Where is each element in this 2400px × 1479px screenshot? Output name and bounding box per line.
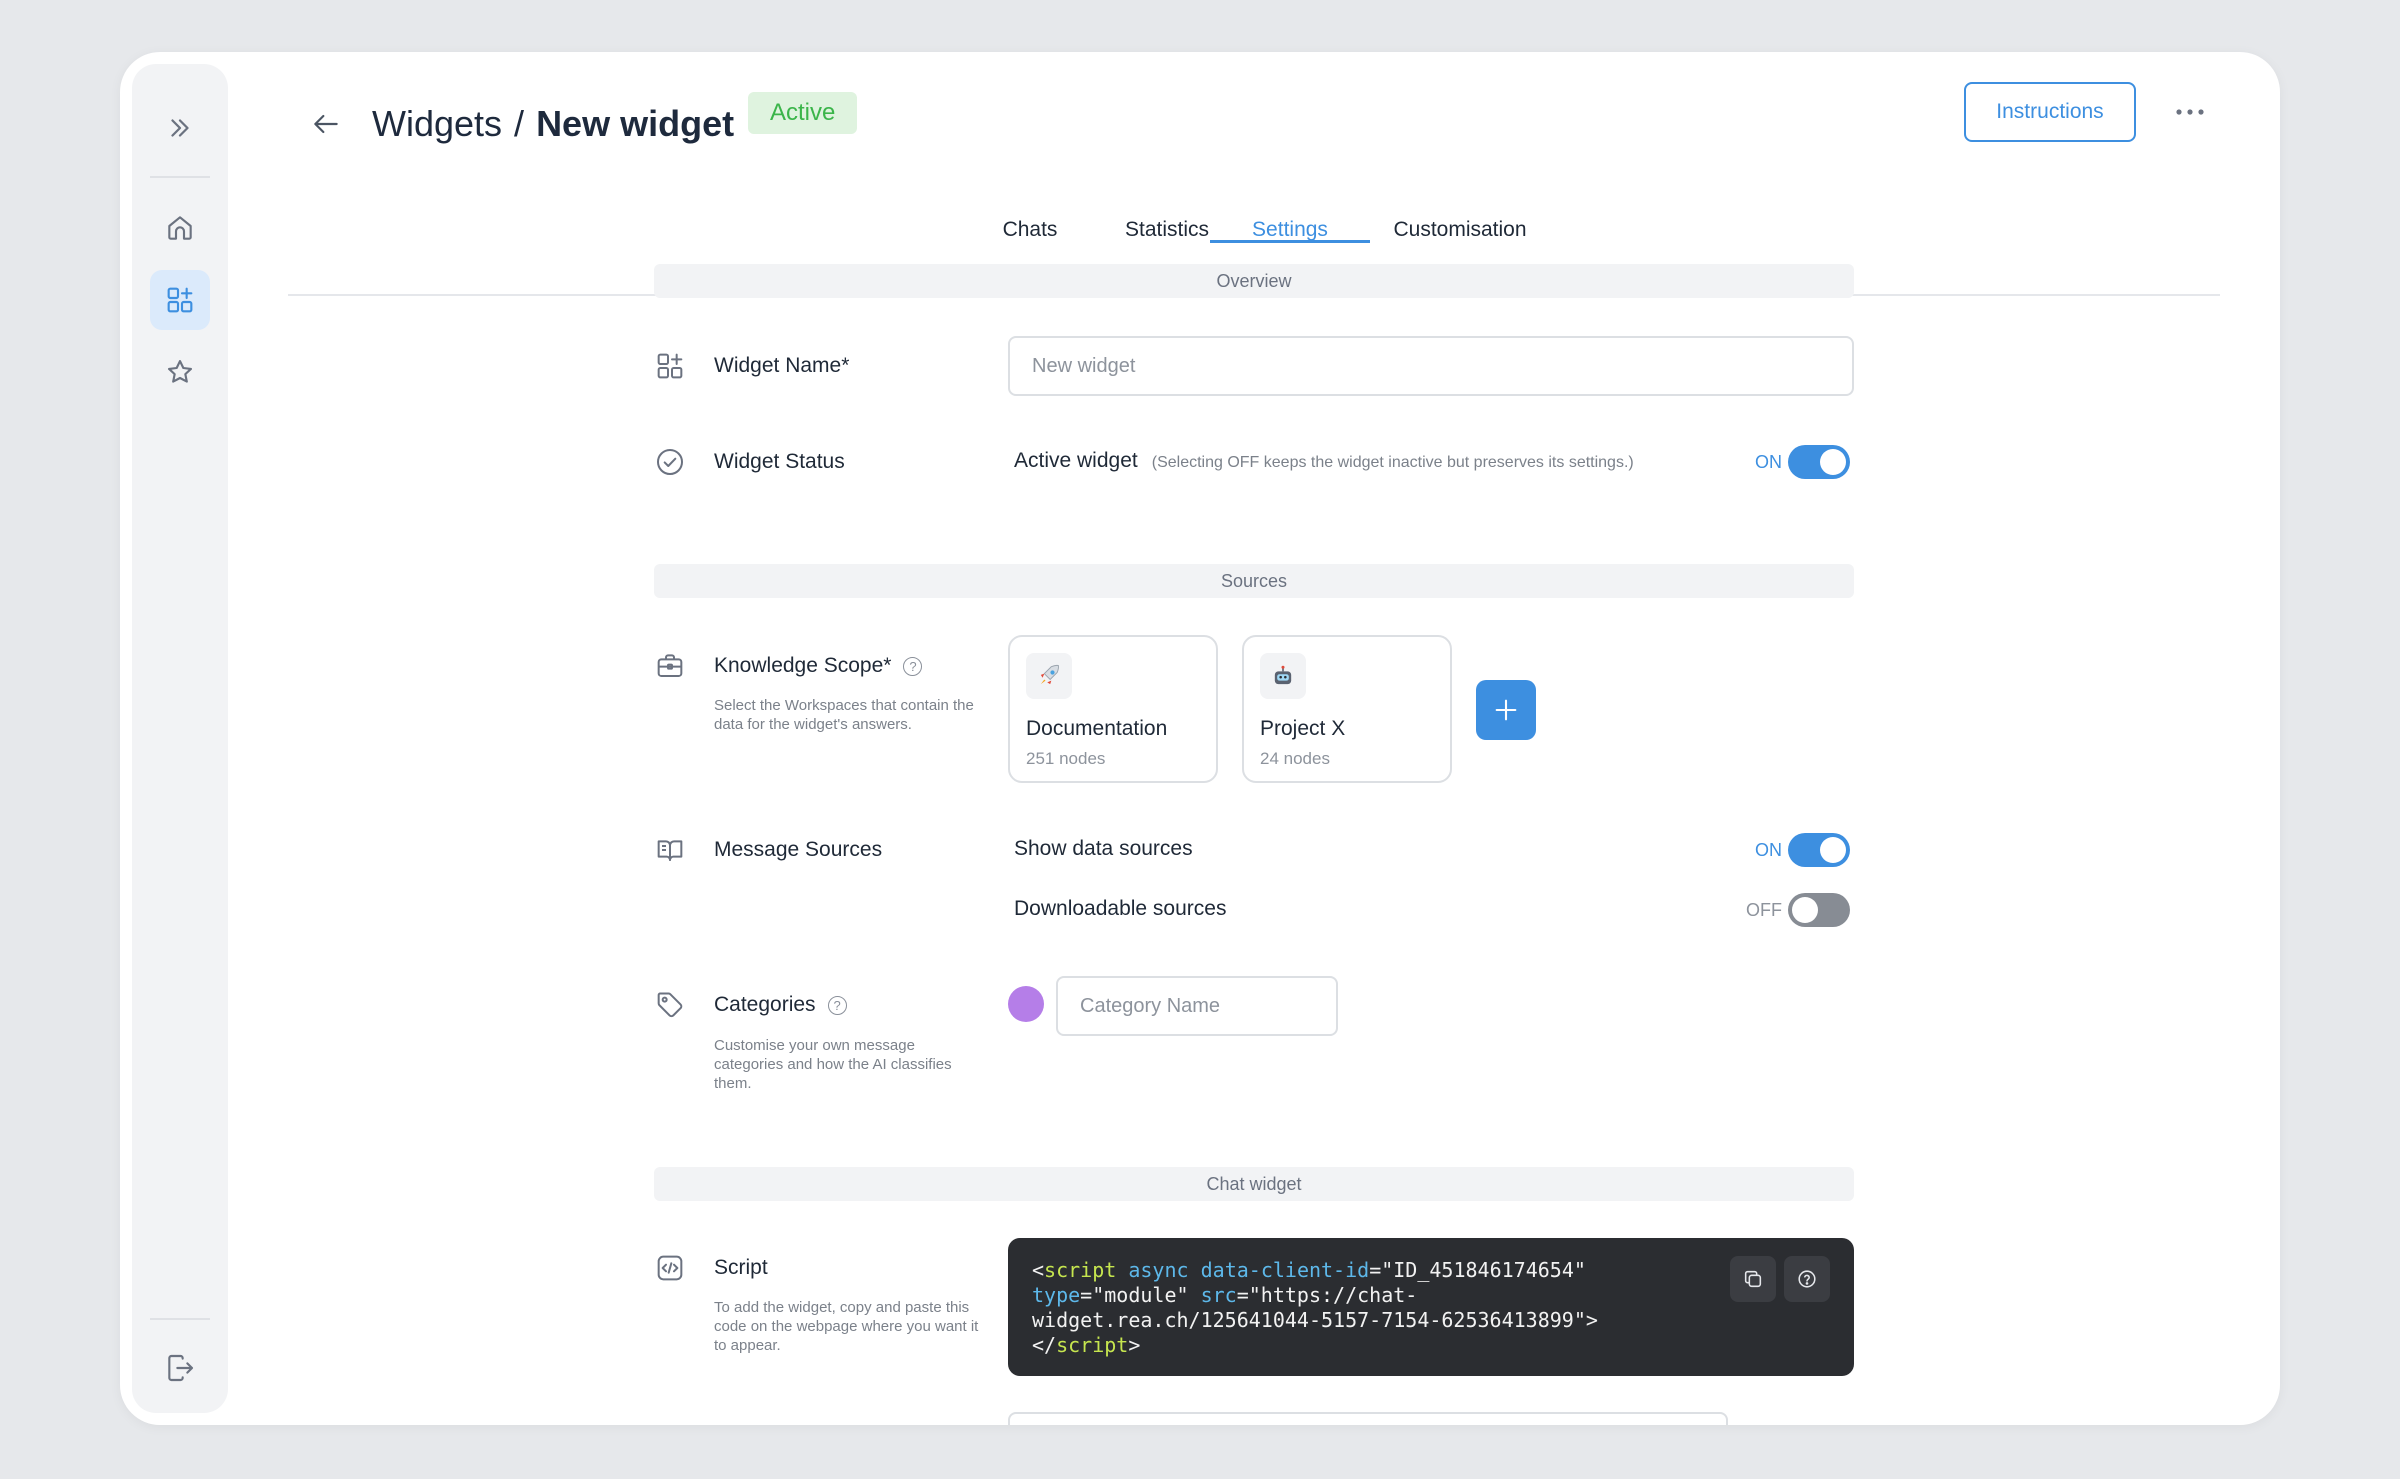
page-title: Widgets / New widget [372,92,734,156]
breadcrumb-parent[interactable]: Widgets [372,103,502,145]
more-horizontal-icon [2175,107,2205,117]
workspace-name: Project X [1260,717,1346,740]
logout-button[interactable] [150,1338,210,1398]
instructions-button[interactable]: Instructions [1964,82,2136,142]
status-badge: Active [748,92,858,134]
arrow-left-icon [310,108,342,140]
tab-settings[interactable]: Settings [1210,205,1370,255]
section-header-chat-widget: Chat widget [654,1167,1854,1201]
home-icon [164,212,196,244]
copy-code-button[interactable] [1730,1256,1776,1302]
downloadable-sources-label: Downloadable sources [1014,897,1227,920]
category-color-picker[interactable] [1008,986,1044,1022]
logout-icon [164,1352,196,1384]
open-book-icon [654,834,686,866]
star-icon [164,356,196,388]
tab-chats[interactable]: Chats [970,205,1090,255]
app-window: Widgets / New widget Active Instructions… [120,52,2280,1425]
knowledge-scope-label-text: Knowledge Scope* [714,654,892,677]
copy-icon [1742,1268,1764,1290]
active-widget-hint: (Selecting OFF keeps the widget inactive… [1151,454,1634,471]
sidebar-item-favorites[interactable] [150,342,210,402]
script-label: Script [714,1256,768,1279]
breadcrumb-current: New widget [536,103,735,144]
widget-name-icon [654,350,686,382]
help-icon [1796,1268,1818,1290]
category-name-input[interactable]: Category Name [1056,976,1338,1036]
workspace-node-count: 251 nodes [1026,749,1106,768]
section-header-overview: Overview [654,264,1854,298]
downloadable-sources-toggle-text: OFF [1746,900,1782,920]
show-data-sources-toggle[interactable] [1788,833,1850,867]
workspace-name: Documentation [1026,717,1168,740]
message-sources-label: Message Sources [714,838,883,861]
tag-icon [654,989,686,1021]
section-header-sources: Sources [654,564,1854,598]
knowledge-scope-description: Select the Workspaces that contain the d… [714,697,974,733]
widgets-grid-icon [164,284,196,316]
more-options-button[interactable] [2160,82,2220,142]
widget-status-toggle-text: ON [1755,452,1782,472]
help-icon[interactable]: ? [903,656,923,676]
script-code[interactable]: <script async data-client-id="ID_4518461… [1032,1258,1598,1358]
active-tab-indicator [1210,240,1370,243]
code-icon [654,1252,686,1284]
sidebar-divider [150,176,210,178]
workspace-node-count: 24 nodes [1260,749,1330,768]
breadcrumb-separator: / [514,103,525,144]
active-widget-field: Active widget (Selecting OFF keeps the wi… [1014,449,1634,473]
categories-label: Categories? [714,990,847,1020]
tab-customisation[interactable]: Customisation [1370,205,1550,255]
show-data-sources-toggle-text: ON [1755,840,1782,860]
back-button[interactable] [296,94,356,154]
help-icon[interactable]: ? [827,995,847,1015]
categories-description: Customise your own message categories an… [714,1037,952,1092]
briefcase-icon [654,650,686,682]
plus-icon [1492,696,1520,724]
categories-label-text: Categories [714,993,816,1016]
code-help-button[interactable] [1784,1256,1830,1302]
widget-name-label: Widget Name* [714,354,850,377]
sidebar [132,64,228,1413]
sidebar-item-home[interactable] [150,198,210,258]
active-widget-label: Active widget [1014,449,1138,472]
downloadable-sources-toggle[interactable] [1788,893,1850,927]
partial-input-field[interactable] [1008,1412,1728,1425]
sidebar-expand-button[interactable] [150,98,210,158]
robot-icon [1260,653,1306,699]
show-data-sources-label: Show data sources [1014,837,1193,860]
widget-status-label: Widget Status [714,450,845,473]
double-chevron-right-icon [165,113,195,143]
widget-status-toggle[interactable] [1788,445,1850,479]
knowledge-scope-label: Knowledge Scope*? [714,651,923,681]
sidebar-divider [150,1318,210,1320]
widget-name-input[interactable]: New widget [1008,336,1854,396]
sidebar-item-widgets[interactable] [150,270,210,330]
check-circle-icon [654,446,686,478]
workspace-card-documentation[interactable]: Documentation 251 nodes [1008,635,1218,783]
script-code-block[interactable]: <script async data-client-id="ID_4518461… [1008,1238,1854,1376]
rocket-icon [1026,653,1072,699]
add-workspace-button[interactable] [1476,680,1536,740]
workspace-card-project-x[interactable]: Project X 24 nodes [1242,635,1452,783]
script-description: To add the widget, copy and paste this c… [714,1299,979,1354]
